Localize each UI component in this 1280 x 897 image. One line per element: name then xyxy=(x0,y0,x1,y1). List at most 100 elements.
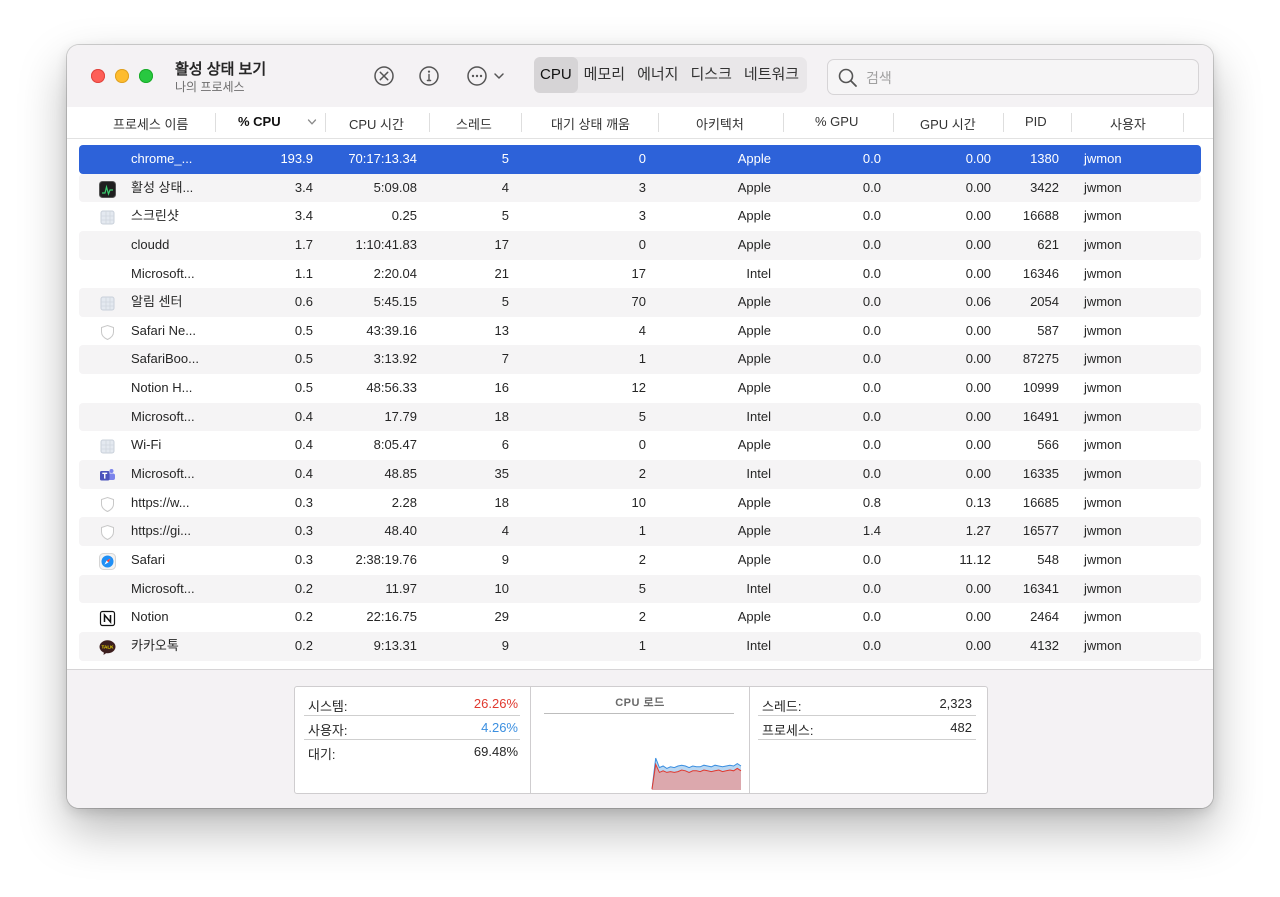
table-row[interactable]: https://w... 0.3 2.28 18 10 Apple 0.8 0.13 16685… xyxy=(79,489,1201,518)
column-header-idle-wakeups[interactable]: 대기 상태 깨움 xyxy=(551,114,630,133)
close-window-button[interactable] xyxy=(91,69,105,83)
gpu-percent: 0.0 xyxy=(862,294,881,310)
table-row[interactable]: Notion H... 0.5 48:56.33 16 12 Apple 0.0 0.00 10… xyxy=(79,374,1201,403)
user: jwmon xyxy=(1084,351,1122,367)
sort-descending-icon[interactable] xyxy=(307,117,317,127)
gpu-percent: 0.0 xyxy=(862,208,881,224)
table-row[interactable]: 알림 센터 0.6 5:45.15 5 70 Apple 0.0 0.06 2054 jwmon xyxy=(79,288,1201,317)
column-header-cpu-time[interactable]: CPU 시간 xyxy=(349,114,404,133)
user: jwmon xyxy=(1084,551,1122,567)
user: jwmon xyxy=(1084,380,1122,396)
tab-memory[interactable]: 메모리 xyxy=(578,57,631,93)
table-row[interactable]: Notion 0.2 22:16.75 29 2 Apple 0.0 0.00 2464 jwmo… xyxy=(79,603,1201,632)
app-title: 활성 상태 보기 xyxy=(175,61,267,78)
cpu-percent: 0.6 xyxy=(294,294,313,310)
kakaotalk-icon: TALK xyxy=(99,638,116,655)
user: jwmon xyxy=(1084,437,1122,453)
column-header-gpu-percent[interactable]: % GPU xyxy=(815,114,858,129)
architecture: Apple xyxy=(737,380,771,396)
tab-cpu[interactable]: CPU xyxy=(534,57,578,93)
table-row[interactable]: SafariBoo... 0.5 3:13.92 7 1 Apple 0.0 0.00 8727… xyxy=(79,345,1201,375)
architecture: Apple xyxy=(737,609,771,625)
idle-label: 대기: xyxy=(308,747,336,762)
gpu-percent: 0.0 xyxy=(862,551,881,567)
idle-wakeups: 5 xyxy=(638,580,646,596)
table-row[interactable]: TALK 카카오톡 0.2 9:13.31 9 1 Intel 0.0 0.00 4132 jwmo… xyxy=(79,631,1201,661)
cpu-percent: 0.3 xyxy=(294,523,313,539)
zoom-window-button[interactable] xyxy=(139,69,153,83)
column-header-threads[interactable]: 스레드 xyxy=(456,114,492,133)
chevron-down-icon[interactable] xyxy=(491,63,507,89)
architecture: Apple xyxy=(737,208,771,224)
shield-icon xyxy=(99,523,116,541)
idle-wakeups: 10 xyxy=(631,494,646,510)
gpu-percent: 0.0 xyxy=(862,580,881,596)
tab-disk[interactable]: 디스크 xyxy=(684,57,737,93)
gpu-time: 0.00 xyxy=(965,580,991,596)
cpu-percent: 3.4 xyxy=(294,208,313,224)
info-icon[interactable] xyxy=(416,63,442,89)
table-row[interactable]: Microsoft... 1.1 2:20.04 21 17 Intel 0.0 0.00 16… xyxy=(79,260,1201,289)
tab-energy[interactable]: 에너지 xyxy=(631,57,684,93)
table-row[interactable]: Microsoft... 0.2 11.97 10 5 Intel 0.0 0.00 16341… xyxy=(79,574,1201,604)
architecture: Apple xyxy=(737,236,771,252)
process-name: Microsoft... xyxy=(131,466,195,482)
pid: 16491 xyxy=(1022,408,1059,424)
process-name: cloudd xyxy=(131,236,170,252)
cpu-percent: 0.2 xyxy=(294,609,313,625)
tab-network[interactable]: 네트워크 xyxy=(738,57,805,93)
architecture: Intel xyxy=(746,408,771,424)
cpu-percent: 0.2 xyxy=(294,580,313,596)
process-table: chrome_... 193.9 70:17:13.34 5 0 Apple 0.0 0.00… xyxy=(79,145,1201,661)
table-row[interactable]: chrome_... 193.9 70:17:13.34 5 0 Apple 0.0 0.00… xyxy=(79,145,1201,174)
shield-icon xyxy=(99,323,116,340)
user: jwmon xyxy=(1084,580,1122,596)
column-header-pid[interactable]: PID xyxy=(1025,114,1047,129)
architecture: Apple xyxy=(737,179,771,195)
more-options-icon[interactable] xyxy=(464,63,490,89)
architecture: Apple xyxy=(737,322,771,338)
pid: 16341 xyxy=(1022,580,1059,596)
cpu-time: 2.28 xyxy=(391,494,417,510)
gpu-time: 0.00 xyxy=(965,351,991,367)
process-name: https://gi... xyxy=(131,523,191,539)
table-row[interactable]: Safari 0.3 2:38:19.76 9 2 Apple 0.0 11.12 548 jwm… xyxy=(79,546,1201,575)
threads: 7 xyxy=(501,351,509,367)
minimize-window-button[interactable] xyxy=(115,69,129,83)
column-header-cpu-percent[interactable]: % CPU xyxy=(238,114,281,129)
idle-wakeups: 0 xyxy=(638,151,646,166)
cpu-time: 70:17:13.34 xyxy=(348,151,417,166)
cpu-percent: 0.2 xyxy=(294,637,313,653)
column-header-process-name[interactable]: 프로세스 이름 xyxy=(113,114,188,133)
table-row[interactable]: Microsoft... 0.4 48.85 35 2 Intel 0.0 0.00 16335… xyxy=(79,460,1201,489)
cpu-time: 48.85 xyxy=(384,466,417,482)
gpu-time: 0.00 xyxy=(965,437,991,453)
column-header-architecture[interactable]: 아키텍처 xyxy=(696,114,744,133)
threads: 4 xyxy=(501,523,509,539)
table-row[interactable]: https://gi... 0.3 48.40 4 1 Apple 1.4 1.27 16577… xyxy=(79,517,1201,546)
cpu-time: 5:09.08 xyxy=(373,179,417,195)
table-row[interactable]: 스크린샷 3.4 0.25 5 3 Apple 0.0 0.00 16688 jwmon xyxy=(79,202,1201,231)
stop-process-icon[interactable] xyxy=(371,63,397,89)
notion-icon xyxy=(99,609,116,627)
table-row[interactable]: cloudd 1.7 1:10:41.83 17 0 Apple 0.0 0.00 621 jwm… xyxy=(79,230,1201,260)
idle-wakeups: 5 xyxy=(638,408,646,424)
table-row[interactable]: 활성 상태... 3.4 5:09.08 4 3 Apple 0.0 0.00 3422 jwmo… xyxy=(79,173,1201,203)
cpu-percent: 1.7 xyxy=(294,236,313,252)
column-header-user[interactable]: 사용자 xyxy=(1110,114,1146,133)
gpu-time: 0.00 xyxy=(965,265,991,281)
idle-wakeups: 4 xyxy=(638,322,646,338)
table-row[interactable]: Wi-Fi 0.4 8:05.47 6 0 Apple 0.0 0.00 566 jwmon xyxy=(79,431,1201,460)
gpu-percent: 0.0 xyxy=(862,637,881,653)
table-row[interactable]: Microsoft... 0.4 17.79 18 5 Intel 0.0 0.00 16491… xyxy=(79,402,1201,432)
search-input[interactable] xyxy=(864,66,1188,90)
user: jwmon xyxy=(1084,179,1122,195)
column-header-gpu-time[interactable]: GPU 시간 xyxy=(920,114,976,133)
table-row[interactable]: Safari Ne... 0.5 43:39.16 13 4 Apple 0.0 0.00 58… xyxy=(79,317,1201,346)
generic-app-icon xyxy=(99,294,116,311)
gpu-time: 1.27 xyxy=(965,523,991,539)
pid: 16685 xyxy=(1022,494,1059,510)
teams-icon xyxy=(99,466,116,483)
gpu-percent: 0.0 xyxy=(862,179,881,195)
cpu-percent: 0.5 xyxy=(294,351,313,367)
